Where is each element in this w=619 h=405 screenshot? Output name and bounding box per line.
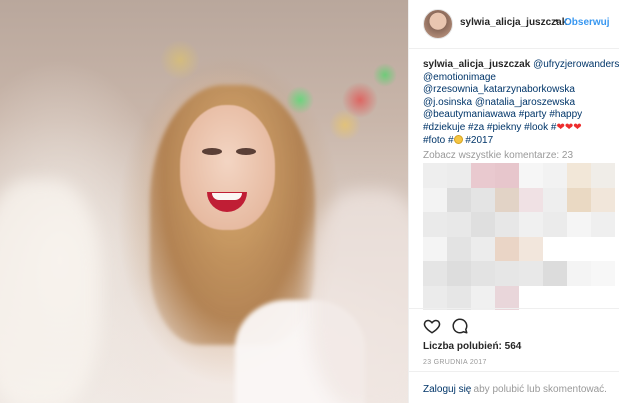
pixelated-comment-tile xyxy=(471,187,495,212)
follow-button[interactable]: Obserwuj xyxy=(564,17,610,28)
pixelated-comment-tile xyxy=(471,285,495,310)
caption-line: @emotionimage xyxy=(423,72,613,85)
caption-line: @j.osinska @natalia_jaroszewska xyxy=(423,97,613,110)
caption-hashtags[interactable]: @beautymaniawawa #party #happy xyxy=(423,109,582,120)
pixelated-comment-tile xyxy=(495,212,519,237)
caption-line: @beautymaniawawa #party #happy xyxy=(423,109,613,122)
post-date: 23 GRUDNIA 2017 xyxy=(423,359,487,366)
heart-emoji: ❤ xyxy=(556,121,565,133)
caption-hashtags[interactable]: #dziekuje #za #piekny #look # xyxy=(423,122,556,133)
post-actions: Liczba polubień: 564 23 GRUDNIA 2017 Zal… xyxy=(409,308,619,404)
pixelated-comment-tile xyxy=(423,285,447,310)
pixelated-comment-tile xyxy=(423,163,447,188)
caption-username[interactable]: sylwia_alicja_juszczak xyxy=(423,59,530,70)
instagram-post: sylwia_alicja_juszczak • Obserwuj sylwia… xyxy=(0,0,619,403)
pixelated-comment-tile xyxy=(591,187,615,212)
pixelated-comment-tile xyxy=(567,163,591,188)
caption-line: #dziekuje #za #piekny #look #❤❤❤ xyxy=(423,122,613,135)
pixelated-comment-tile xyxy=(591,236,615,261)
pixelated-comment-tile xyxy=(543,212,567,237)
pixelated-comment-tile xyxy=(543,163,567,188)
pixelated-comment-tile xyxy=(519,285,543,310)
pixelated-comment-tile xyxy=(495,261,519,286)
pixelated-comment-tile xyxy=(495,163,519,188)
pixelated-comment-tile xyxy=(567,212,591,237)
heart-outline-icon[interactable] xyxy=(423,317,441,335)
caption-mention[interactable]: @emotionimage xyxy=(423,72,496,83)
photo-foreground-blur-left xyxy=(0,180,100,403)
caption-hashtag[interactable]: #2017 xyxy=(465,135,493,146)
pixelated-comment-tile xyxy=(471,236,495,261)
pixelated-comment-tile xyxy=(519,261,543,286)
pixelated-comment-tile xyxy=(495,187,519,212)
post-header: sylwia_alicja_juszczak • Obserwuj xyxy=(409,0,619,49)
pixelated-comment-tile xyxy=(519,212,543,237)
login-link[interactable]: Zaloguj się xyxy=(423,384,471,395)
pixelated-comment-tile xyxy=(447,261,471,286)
pixelated-comment-tile xyxy=(591,212,615,237)
pixelated-comment-tile xyxy=(543,187,567,212)
photo-subject-teeth xyxy=(212,193,242,200)
caption-line: #foto # #2017 xyxy=(423,134,613,148)
pixelated-comment-tile xyxy=(447,212,471,237)
header-separator: • xyxy=(555,16,559,27)
pixelated-comment-tile xyxy=(567,187,591,212)
photo-subject-eye-right xyxy=(236,148,256,155)
photo-foreground-blur-right xyxy=(310,190,408,403)
heart-emoji: ❤ xyxy=(564,121,574,133)
caption-mention[interactable]: @rzesownia_katarzynaborkowska xyxy=(423,84,575,95)
caption-mention[interactable]: @j.osinska @natalia_jaroszewska xyxy=(423,97,575,108)
photo-subject-eye-left xyxy=(202,148,222,155)
pixelated-comment-tile xyxy=(519,187,543,212)
heart-emoji: ❤ xyxy=(573,121,582,133)
caption-line: @rzesownia_katarzynaborkowska xyxy=(423,84,613,97)
pixelated-comment-tile xyxy=(471,212,495,237)
login-prompt-text: , aby polubić lub skomentować. xyxy=(468,384,607,395)
pixelated-comment-tile xyxy=(591,285,615,310)
likes-count[interactable]: Liczba polubień: 564 xyxy=(423,341,521,352)
pixelated-comment-tile xyxy=(423,212,447,237)
profile-avatar[interactable] xyxy=(423,9,453,39)
pixelated-comment-tile xyxy=(567,261,591,286)
login-prompt: Zaloguj się , aby polubić lub skomentowa… xyxy=(409,371,619,405)
smiley-emoji-icon xyxy=(453,134,463,144)
caption-hashtags[interactable]: #foto # xyxy=(423,135,454,146)
caption-line: sylwia_alicja_juszczak @ufryzjerowanders… xyxy=(423,59,619,72)
pixelated-comment-tile xyxy=(591,163,615,188)
pixelated-comment-tile xyxy=(471,163,495,188)
post-side-panel: sylwia_alicja_juszczak • Obserwuj sylwia… xyxy=(408,0,619,403)
pixelated-comment-tile xyxy=(543,236,567,261)
pixelated-comment-tile xyxy=(543,261,567,286)
pixelated-comment-tile xyxy=(519,163,543,188)
pixelated-comment-tile xyxy=(447,285,471,310)
pixelated-comment-tile xyxy=(591,261,615,286)
pixelated-comment-tile xyxy=(567,285,591,310)
pixelated-comment-tile xyxy=(567,236,591,261)
header-username[interactable]: sylwia_alicja_juszczak xyxy=(460,17,567,28)
pixelated-comments xyxy=(423,163,615,310)
post-caption: sylwia_alicja_juszczak @ufryzjerowanders… xyxy=(423,59,619,148)
post-photo[interactable] xyxy=(0,0,408,403)
pixelated-comment-tile xyxy=(447,236,471,261)
pixelated-comment-tile xyxy=(495,236,519,261)
pixelated-comment-tile xyxy=(495,285,519,310)
pixelated-comment-tile xyxy=(423,187,447,212)
pixelated-comment-tile xyxy=(519,236,543,261)
pixelated-comment-tile xyxy=(423,236,447,261)
comment-bubble-icon[interactable] xyxy=(451,317,469,335)
caption-mention[interactable]: @ufryzjerowandersa xyxy=(533,59,619,70)
view-all-comments-link[interactable]: Zobacz wszystkie komentarze: 23 xyxy=(423,150,573,161)
pixelated-comment-tile xyxy=(543,285,567,310)
pixelated-comment-tile xyxy=(471,261,495,286)
pixelated-comment-tile xyxy=(447,163,471,188)
pixelated-comment-tile xyxy=(447,187,471,212)
pixelated-comment-tile xyxy=(423,261,447,286)
